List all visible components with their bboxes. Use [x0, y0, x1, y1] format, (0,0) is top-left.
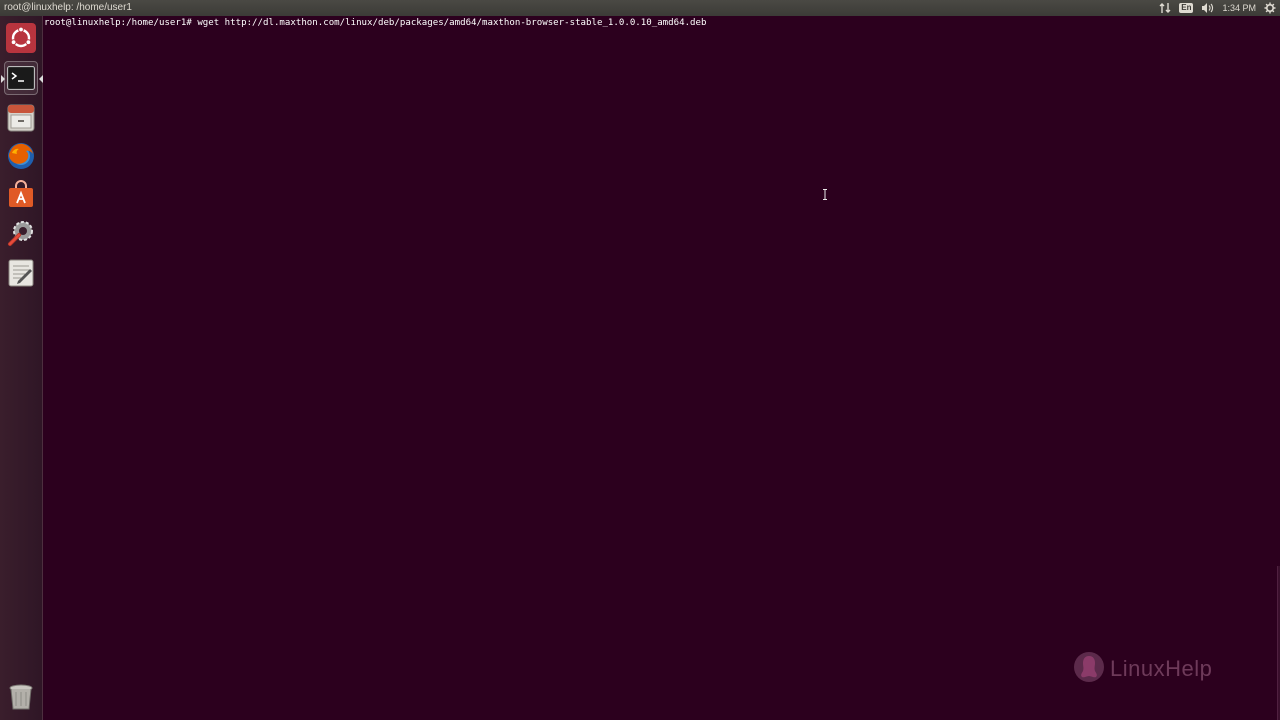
settings-wrench-icon: [6, 218, 36, 248]
launcher-firefox[interactable]: [4, 139, 38, 173]
ubuntu-logo-icon: [6, 23, 36, 53]
shopping-bag-icon: [6, 179, 36, 209]
clock[interactable]: 1:34 PM: [1222, 0, 1256, 16]
launcher-software-center[interactable]: [4, 177, 38, 211]
launcher-text-editor[interactable]: [4, 256, 38, 290]
session-gear-icon[interactable]: [1264, 0, 1276, 16]
launcher-files[interactable]: [4, 101, 38, 135]
window-title: root@linuxhelp: /home/user1: [4, 2, 132, 13]
keyboard-layout-label: En: [1179, 3, 1194, 13]
trash-icon: [6, 682, 36, 712]
indicator-area: En 1:34 PM: [1159, 0, 1276, 16]
launcher-trash[interactable]: [4, 680, 38, 714]
watermark: LinuxHelp: [1072, 650, 1232, 689]
terminal-command: wget http://dl.maxthon.com/linux/deb/pac…: [197, 18, 707, 28]
launcher-terminal[interactable]: [1, 61, 43, 95]
terminal-window[interactable]: root@linuxhelp:/home/user1# wget http://…: [43, 16, 1280, 720]
network-updown-icon[interactable]: [1159, 0, 1171, 16]
terminal-prompt: root@linuxhelp:/home/user1#: [44, 18, 192, 28]
terminal-icon: [7, 66, 35, 90]
watermark-text: LinuxHelp: [1110, 656, 1213, 681]
volume-icon[interactable]: [1201, 0, 1214, 16]
launcher-dash-home[interactable]: [4, 21, 38, 55]
running-indicator: [1, 75, 5, 83]
launcher: [0, 16, 43, 720]
launcher-system-settings[interactable]: [4, 216, 38, 250]
linuxhelp-logo-icon: [1072, 650, 1106, 689]
top-panel: root@linuxhelp: /home/user1 En 1:34 PM: [0, 0, 1280, 16]
firefox-icon: [6, 141, 36, 171]
text-editor-icon: [6, 258, 36, 288]
keyboard-layout-indicator[interactable]: En: [1179, 0, 1194, 16]
terminal-command-line[interactable]: root@linuxhelp:/home/user1# wget http://…: [44, 17, 706, 29]
text-cursor-icon: [823, 187, 827, 205]
file-cabinet-icon: [6, 103, 36, 133]
